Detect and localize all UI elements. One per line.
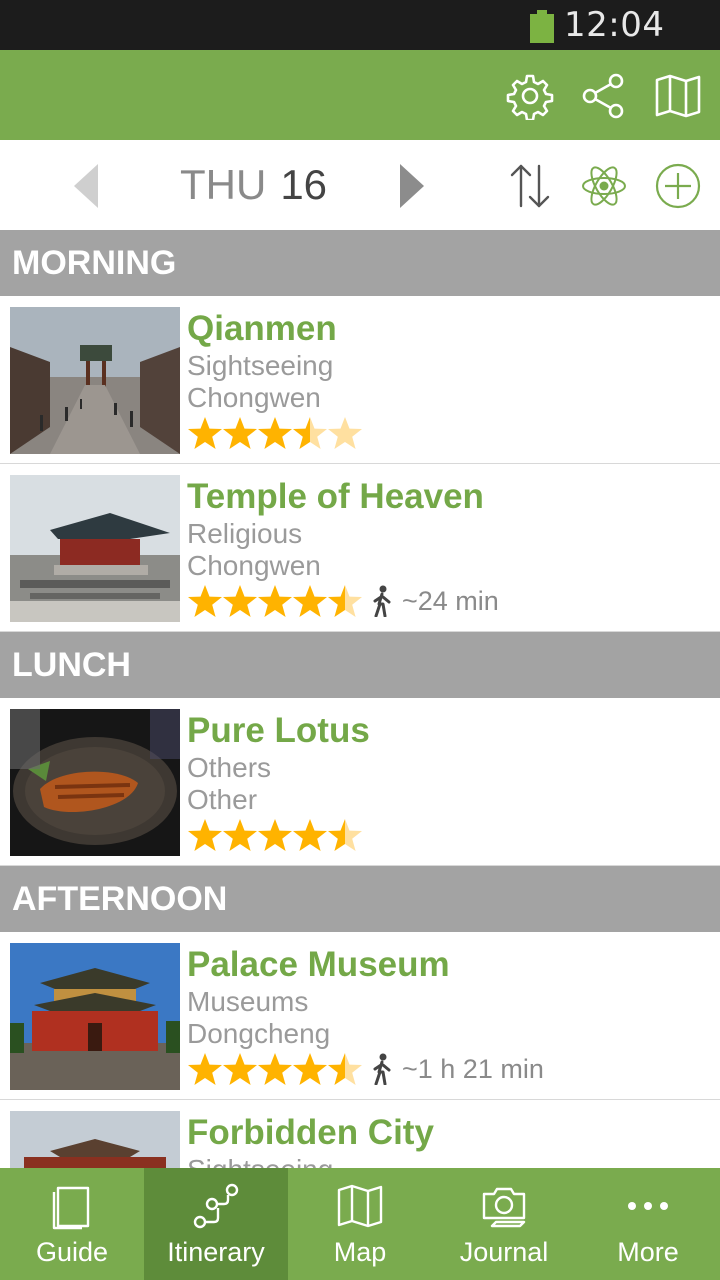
tab-label: Map bbox=[333, 1237, 387, 1267]
tab-label: More bbox=[617, 1237, 679, 1267]
place-photo bbox=[10, 307, 180, 454]
status-bar: 12:04 PM bbox=[0, 0, 720, 87]
star-icon bbox=[258, 417, 292, 449]
action-bar bbox=[0, 50, 720, 140]
place-title: Pure Lotus bbox=[187, 711, 370, 750]
camera-icon bbox=[482, 1187, 526, 1228]
tab-more[interactable]: More bbox=[576, 1168, 720, 1280]
gear-icon[interactable] bbox=[506, 72, 554, 120]
star-icon bbox=[258, 585, 292, 617]
star-icon bbox=[188, 819, 222, 851]
place-title: Palace Museum bbox=[187, 945, 450, 984]
star-icon bbox=[258, 1053, 292, 1085]
day-number: 16 bbox=[280, 161, 328, 208]
chevron-left-icon[interactable] bbox=[74, 164, 100, 208]
battery-icon bbox=[530, 10, 554, 43]
star-icon bbox=[223, 1053, 257, 1085]
star-icon bbox=[293, 819, 327, 851]
tab-journal[interactable]: Journal bbox=[432, 1168, 576, 1280]
star-icon bbox=[188, 585, 222, 617]
route-icon bbox=[193, 1183, 239, 1229]
bottom-tab-bar: Guide Itinerary Map Journal More bbox=[0, 1168, 720, 1280]
star-icon bbox=[258, 819, 292, 851]
add-circle-icon[interactable] bbox=[654, 162, 702, 210]
sort-icon[interactable] bbox=[506, 162, 554, 210]
star-icon bbox=[223, 417, 257, 449]
tab-label: Itinerary bbox=[167, 1237, 265, 1267]
star-icon bbox=[188, 417, 222, 449]
walking-time: ~24 min bbox=[402, 586, 499, 616]
place-photo bbox=[10, 475, 180, 622]
more-dots-icon bbox=[628, 1202, 668, 1210]
star-icon bbox=[328, 585, 362, 617]
date-bar: THU 16 bbox=[0, 140, 720, 230]
place-photo bbox=[10, 1111, 180, 1168]
section-header-morning: MORNING bbox=[0, 230, 720, 296]
place-title: Qianmen bbox=[187, 309, 337, 348]
star-icon bbox=[328, 417, 362, 449]
walking-icon bbox=[373, 1053, 391, 1085]
share-icon[interactable] bbox=[580, 72, 628, 120]
list-item[interactable]: Palace Museum Museums Dongcheng ~1 h 21 … bbox=[0, 932, 720, 1100]
atom-icon[interactable] bbox=[580, 162, 628, 210]
chevron-right-icon[interactable] bbox=[398, 164, 424, 208]
place-district: Chongwen bbox=[187, 382, 321, 413]
book-icon bbox=[52, 1186, 90, 1230]
place-category: Religious bbox=[187, 518, 303, 549]
list-item[interactable]: Forbidden City Sightseeing bbox=[0, 1100, 720, 1168]
place-district: Other bbox=[187, 784, 258, 815]
star-icon bbox=[223, 819, 257, 851]
day-of-week: THU bbox=[180, 161, 267, 208]
tab-itinerary[interactable]: Itinerary bbox=[144, 1168, 288, 1280]
itinerary-list[interactable]: MORNING Qianmen Sightseeing Chongwen Tem… bbox=[0, 230, 720, 1168]
place-title: Forbidden City bbox=[187, 1113, 434, 1152]
star-icon bbox=[328, 1053, 362, 1085]
section-header-afternoon: AFTERNOON bbox=[0, 866, 720, 932]
place-category: Others bbox=[187, 752, 272, 783]
place-photo bbox=[10, 943, 180, 1090]
walking-time: ~1 h 21 min bbox=[402, 1054, 544, 1084]
place-photo bbox=[10, 709, 180, 856]
map-icon bbox=[337, 1184, 383, 1228]
map-icon[interactable] bbox=[654, 72, 702, 120]
place-category: Museums bbox=[187, 986, 309, 1017]
walking-icon bbox=[373, 585, 391, 617]
list-item[interactable]: Pure Lotus Others Other bbox=[0, 698, 720, 866]
star-icon bbox=[293, 417, 327, 449]
list-item[interactable]: Temple of Heaven Religious Chongwen ~24 … bbox=[0, 464, 720, 632]
tab-label: Guide bbox=[35, 1237, 109, 1267]
tab-label: Journal bbox=[459, 1237, 549, 1267]
place-title: Temple of Heaven bbox=[187, 477, 484, 516]
list-item[interactable]: Qianmen Sightseeing Chongwen bbox=[0, 296, 720, 464]
section-header-lunch: LUNCH bbox=[0, 632, 720, 698]
tab-guide[interactable]: Guide bbox=[0, 1168, 144, 1280]
place-district: Chongwen bbox=[187, 550, 321, 581]
place-category: Sightseeing bbox=[187, 350, 334, 381]
place-district: Dongcheng bbox=[187, 1018, 331, 1049]
tab-map[interactable]: Map bbox=[288, 1168, 432, 1280]
star-icon bbox=[223, 585, 257, 617]
current-date: THU 16 bbox=[180, 160, 327, 210]
place-category: Sightseeing bbox=[187, 1154, 333, 1168]
star-icon bbox=[188, 1053, 222, 1085]
star-icon bbox=[293, 585, 327, 617]
star-icon bbox=[328, 819, 362, 851]
star-icon bbox=[293, 1053, 327, 1085]
